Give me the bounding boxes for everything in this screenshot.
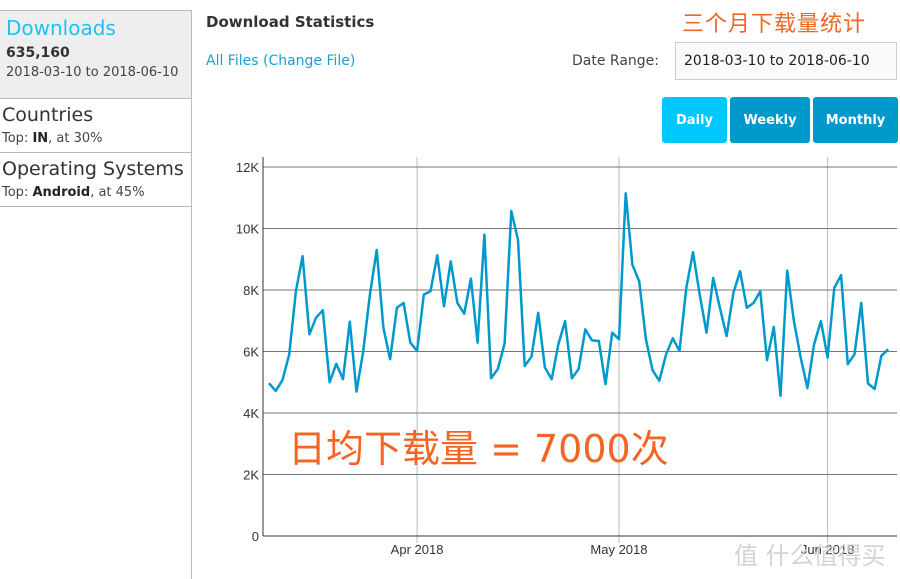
annotation-average: 日均下载量 = 7000次 bbox=[288, 427, 669, 471]
y-tick-label: 4K bbox=[243, 406, 259, 421]
download-chart: Apr 2018 May 2018 Jun 201802K4K6K8K10K12K bbox=[236, 157, 897, 557]
y-tick-label: 8K bbox=[243, 283, 259, 298]
x-tick-label: Apr 2018 bbox=[391, 542, 444, 557]
y-tick-label: 10K bbox=[236, 222, 259, 237]
series-line bbox=[268, 192, 890, 398]
y-tick-label: 2K bbox=[243, 468, 259, 483]
watermark-logo: 值 什么值得买 bbox=[734, 542, 886, 570]
y-tick-label: 0 bbox=[252, 529, 259, 544]
x-tick-label: May 2018 bbox=[590, 542, 647, 557]
y-tick-label: 6K bbox=[243, 345, 259, 360]
y-tick-label: 12K bbox=[236, 160, 259, 175]
